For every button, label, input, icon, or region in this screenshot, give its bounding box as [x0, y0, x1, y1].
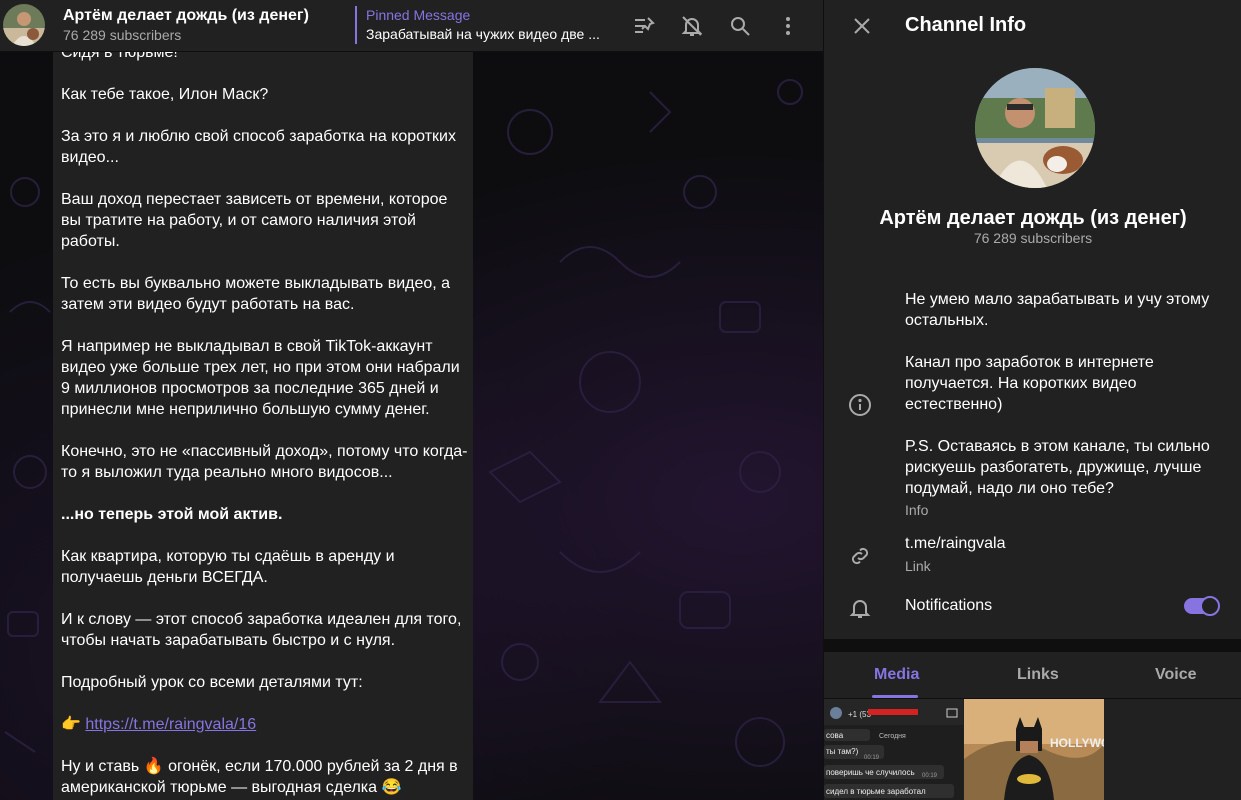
media-tabs: Media Links Voice: [824, 652, 1241, 699]
pinned-message[interactable]: Pinned Message Зарабатывай на чужих виде…: [355, 6, 605, 44]
tab-media[interactable]: Media: [874, 666, 919, 684]
tab-links[interactable]: Links: [1017, 666, 1059, 684]
media-thumbnail-batman[interactable]: HOLLYWO: [964, 699, 1104, 800]
message-paragraph: Как квартира, которую ты сдаёшь в аренду…: [61, 548, 395, 586]
message-paragraph: Я например не выкладывал в свой TikTok-а…: [61, 338, 460, 418]
channel-avatar[interactable]: [3, 4, 45, 46]
pinned-label: Pinned Message: [366, 7, 471, 23]
more-vertical-icon[interactable]: [776, 14, 800, 38]
bold-text: ...но теперь этой мой актив.: [61, 506, 283, 523]
thumb-row: 00:19: [864, 755, 880, 761]
notifications-toggle[interactable]: [1184, 596, 1220, 616]
pointing-hand-emoji: 👉: [61, 716, 81, 733]
channel-subscribers: 76 289 subscribers: [973, 230, 1093, 246]
message-paragraph: Конечно, это не «пассивный доход», потом…: [61, 443, 468, 481]
message-paragraph-bold: ...но теперь этой мой актив.: [61, 504, 469, 525]
link-label: Link: [905, 558, 931, 574]
thumb-row: поверишь че случилось: [826, 768, 915, 777]
message-paragraph: Ну и ставь 🔥 огонёк, если 170.000 рублей…: [61, 758, 458, 796]
message-paragraph: То есть вы буквально можете выкладывать …: [61, 275, 451, 313]
tab-voice[interactable]: Voice: [1155, 666, 1197, 684]
channel-title[interactable]: Артём делает дождь (из денег): [63, 7, 309, 25]
close-icon[interactable]: [850, 14, 874, 38]
panel-title: Channel Info: [905, 14, 1027, 36]
active-tab-indicator: [872, 695, 918, 698]
channel-link[interactable]: t.me/raingvala: [905, 535, 1006, 553]
channel-description: Не умею мало зарабатывать и учу этому ос…: [905, 289, 1225, 499]
thumb-contact-name: +1 (53: [848, 710, 871, 719]
channel-name: Артём делает дождь (из денег): [879, 207, 1187, 229]
hollywood-sign-text: HOLLYWO: [1050, 736, 1104, 750]
message-link-line: 👉 https://t.me/raingvala/16: [61, 714, 469, 735]
search-icon[interactable]: [728, 14, 752, 38]
chat-header[interactable]: Артём делает дождь (из денег) 76 289 sub…: [0, 0, 823, 52]
thumb-row: 00:19: [922, 773, 938, 779]
info-icon: [848, 393, 872, 417]
notifications-label: Notifications: [905, 597, 993, 614]
channel-info-panel: Channel Info Артём делает дождь (из дене…: [823, 0, 1241, 800]
message-paragraph: Сидя в тюрьме!: [61, 52, 178, 61]
message-bubble[interactable]: Сидя в тюрьме! Как тебе такое, Илон Маск…: [53, 52, 473, 800]
channel-avatar-large[interactable]: [975, 68, 1095, 188]
pinned-text: Зарабатывай на чужих видео две ...: [366, 26, 600, 42]
bell-icon: [848, 596, 872, 620]
description-paragraph: Канал про заработок в интернете получает…: [905, 354, 1154, 413]
message-paragraph: Подробный урок со всеми деталями тут:: [61, 674, 363, 691]
thumb-row: Сегодня: [879, 733, 906, 740]
message-text: Сидя в тюрьме! Как тебе такое, Илон Маск…: [61, 52, 469, 800]
description-paragraph: P.S. Оставаясь в этом канале, ты сильно …: [905, 438, 1210, 497]
message-paragraph: Ваш доход перестает зависеть от времени,…: [61, 191, 448, 250]
description-paragraph: Не умею мало зарабатывать и учу этому ос…: [905, 291, 1210, 329]
unpin-list-icon[interactable]: [632, 14, 656, 38]
media-thumbnail-chat[interactable]: +1 (53 сова Сегодня ты там?) 00:19 повер…: [824, 699, 963, 800]
mute-bell-icon[interactable]: [680, 14, 704, 38]
toggle-knob: [1200, 596, 1220, 616]
subscriber-count: 76 289 subscribers: [63, 27, 182, 43]
link-icon: [848, 544, 872, 568]
section-divider: [824, 639, 1241, 652]
info-label: Info: [905, 502, 929, 518]
thumb-row: ты там?): [826, 747, 859, 756]
message-paragraph: Как тебе такое, Илон Маск?: [61, 86, 269, 103]
message-link[interactable]: https://t.me/raingvala/16: [85, 716, 256, 733]
thumb-row: сова: [826, 731, 844, 740]
message-paragraph: И к слову — этот способ заработка идеале…: [61, 611, 462, 649]
chat-area: Артём делает дождь (из денег) 76 289 sub…: [0, 0, 823, 800]
message-paragraph: За это я и люблю свой способ заработка н…: [61, 128, 456, 166]
thumb-row: сидел в тюрьме заработал: [826, 787, 926, 796]
